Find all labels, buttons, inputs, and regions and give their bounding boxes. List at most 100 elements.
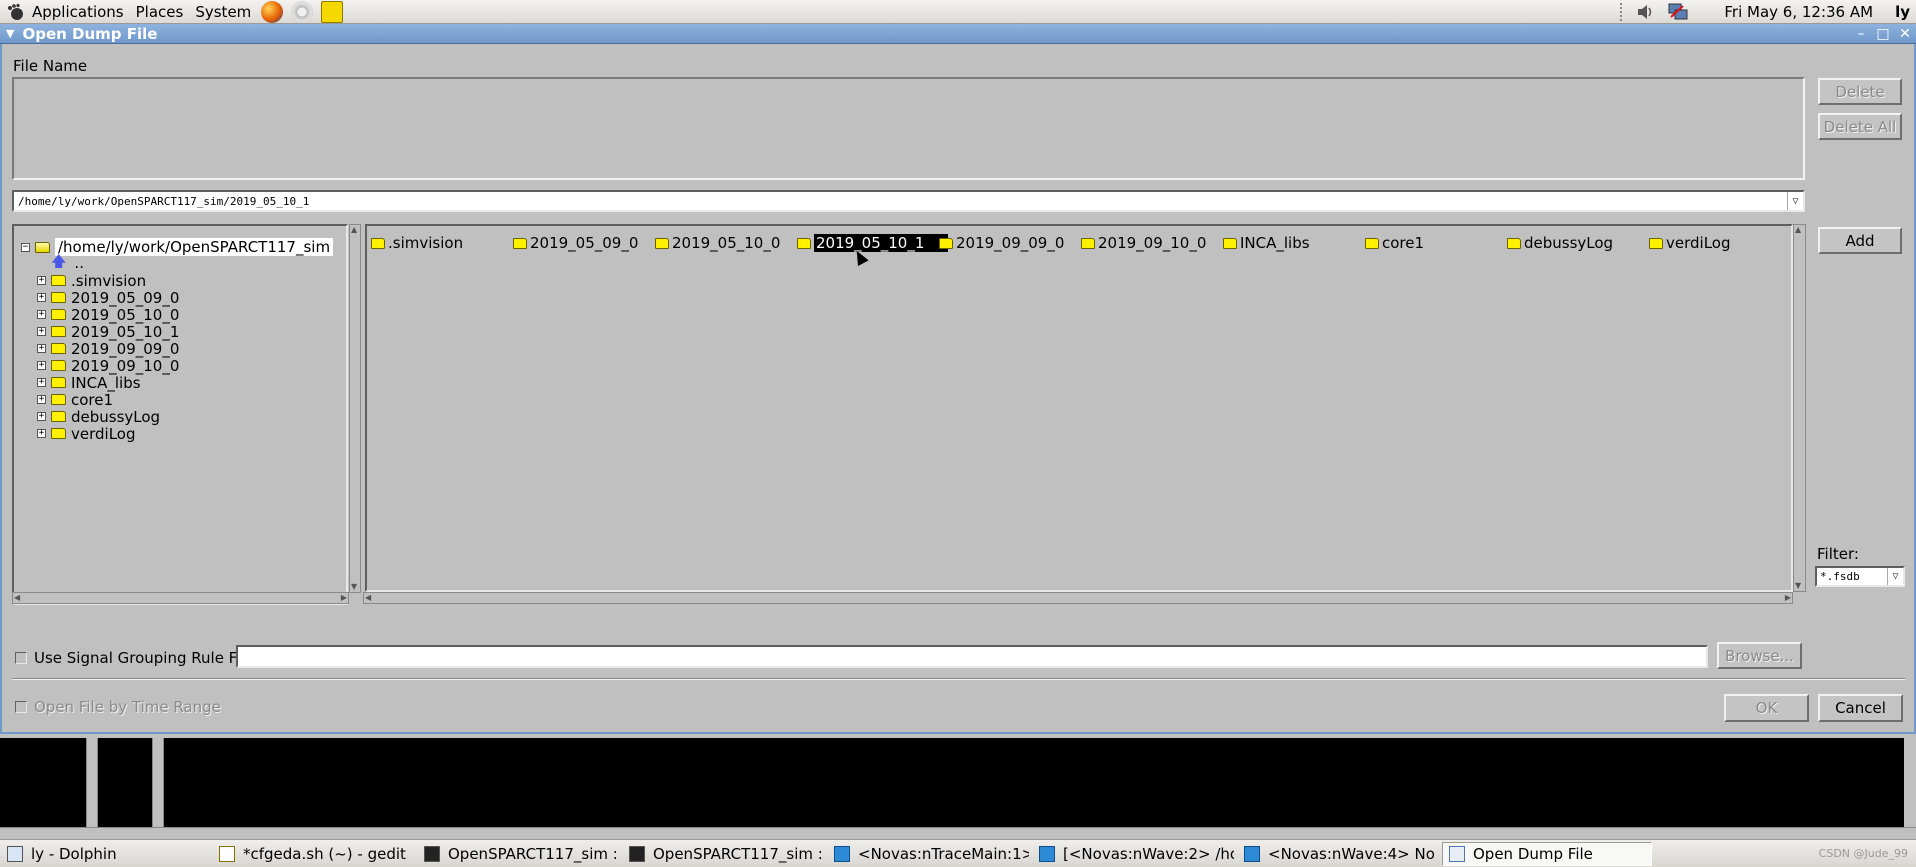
tree-item[interactable]: +2019_09_10_0: [37, 357, 179, 375]
ok-button[interactable]: OK: [1724, 694, 1809, 722]
window-menu-icon[interactable]: ▼: [6, 27, 14, 40]
file-list-horizontal-scrollbar[interactable]: ◀ ▶: [363, 592, 1793, 604]
tree-vertical-scrollbar[interactable]: ▲ ▼: [349, 224, 361, 593]
scroll-up-icon[interactable]: ▲: [351, 225, 357, 235]
scroll-down-icon[interactable]: ▼: [351, 582, 357, 592]
delete-all-button[interactable]: Delete All: [1818, 113, 1902, 140]
collapse-icon[interactable]: −: [21, 242, 30, 252]
browser-icon[interactable]: [291, 0, 314, 23]
expand-icon[interactable]: +: [37, 344, 46, 353]
task-terminal-2[interactable]: OpenSPARCT117_sim :...: [622, 842, 825, 866]
use-grouping-checkbox-row[interactable]: Use Signal Grouping Rule File:: [15, 648, 259, 668]
task-nwave-2[interactable]: [<Novas:nWave:2> /ho...: [1032, 842, 1235, 866]
cancel-button[interactable]: Cancel: [1818, 694, 1903, 722]
close-icon[interactable]: ✕: [1894, 26, 1916, 42]
tree-item[interactable]: +2019_09_09_0: [37, 340, 179, 358]
directory-tree[interactable]: − /home/ly/work/OpenSPARCT117_sim 🡅 .. +…: [12, 224, 348, 605]
task-nwave-4[interactable]: <Novas:nWave:4> No ...: [1237, 842, 1440, 866]
background-horizontal-scrollbar[interactable]: [0, 827, 1916, 839]
file-item[interactable]: 2019_05_10_0: [655, 234, 780, 252]
expand-icon[interactable]: +: [37, 310, 46, 319]
time-range-checkbox-row[interactable]: Open File by Time Range: [15, 697, 221, 717]
task-gedit[interactable]: *cfgeda.sh (~) - gedit: [212, 842, 415, 866]
tree-item[interactable]: +2019_05_10_0: [37, 306, 179, 324]
scroll-left-icon[interactable]: ◀: [14, 593, 20, 603]
grouping-rule-file-input[interactable]: [236, 645, 1708, 668]
file-item-label: 2019_09_10_0: [1098, 234, 1207, 252]
expand-icon[interactable]: +: [37, 395, 46, 404]
tree-parent-dir[interactable]: 🡅 ..: [51, 252, 84, 273]
filter-combobox[interactable]: *.fsdb ▽: [1815, 566, 1905, 587]
use-grouping-checkbox[interactable]: [15, 652, 27, 664]
task-ntracemain[interactable]: <Novas:nTraceMain:1>: [827, 842, 1030, 866]
expand-icon[interactable]: +: [37, 429, 46, 438]
pane-splitter[interactable]: [152, 738, 164, 827]
add-button[interactable]: Add: [1818, 227, 1902, 254]
file-item[interactable]: .simvision: [371, 234, 463, 252]
background-vertical-scrollbar[interactable]: [1904, 738, 1916, 827]
scroll-right-icon[interactable]: ▶: [341, 593, 347, 603]
file-item[interactable]: debussyLog: [1507, 234, 1613, 252]
expand-icon[interactable]: +: [37, 361, 46, 370]
gnome-foot-icon[interactable]: [6, 3, 24, 21]
file-item[interactable]: core1: [1365, 234, 1424, 252]
tree-item[interactable]: +2019_05_09_0: [37, 289, 179, 307]
file-item[interactable]: INCA_libs: [1223, 234, 1310, 252]
expand-icon[interactable]: +: [37, 293, 46, 302]
scroll-right-icon[interactable]: ▶: [1785, 593, 1791, 603]
menu-places[interactable]: Places: [130, 0, 190, 24]
file-item[interactable]: 2019_05_09_0: [513, 234, 638, 252]
tree-item[interactable]: +2019_05_10_1: [37, 323, 179, 341]
tree-item[interactable]: + debussyLog: [37, 408, 179, 426]
task-dolphin[interactable]: ly - Dolphin: [0, 842, 210, 866]
terminal-icon: [629, 845, 645, 862]
file-list[interactable]: .simvision 2019_05_09_0 2019_05_10_0 201…: [365, 224, 1793, 592]
delete-button[interactable]: Delete: [1818, 78, 1902, 105]
task-terminal-1[interactable]: OpenSPARCT117_sim :...: [417, 842, 620, 866]
firefox-icon[interactable]: [261, 0, 284, 23]
maximize-icon[interactable]: □: [1872, 26, 1894, 42]
tree-item[interactable]: + INCA_libs: [37, 374, 179, 392]
tree-item[interactable]: + core1: [37, 391, 179, 409]
minimize-icon[interactable]: –: [1850, 26, 1872, 42]
file-name-list[interactable]: [12, 77, 1805, 180]
scroll-left-icon[interactable]: ◀: [365, 593, 371, 603]
task-label: OpenSPARCT117_sim :...: [653, 844, 825, 863]
folder-icon: [371, 237, 385, 249]
dropdown-arrow-icon[interactable]: ▽: [1887, 568, 1903, 585]
file-item-selected[interactable]: 2019_05_10_1: [797, 234, 949, 252]
tree-root[interactable]: − /home/ly/work/OpenSPARCT117_sim: [21, 238, 334, 256]
menu-system[interactable]: System: [189, 0, 257, 24]
scroll-up-icon[interactable]: ▲: [1795, 225, 1801, 235]
expand-icon[interactable]: +: [37, 327, 46, 336]
file-item[interactable]: verdiLog: [1649, 234, 1731, 252]
task-label: OpenSPARCT117_sim :...: [448, 844, 620, 863]
folder-icon: [655, 237, 669, 249]
tree-item[interactable]: + .simvision: [37, 272, 179, 290]
path-combobox[interactable]: /home/ly/work/OpenSPARCT117_sim/2019_05_…: [12, 190, 1805, 212]
dropdown-arrow-icon[interactable]: ▽: [1787, 192, 1803, 210]
expand-icon[interactable]: +: [37, 276, 46, 285]
file-item-label: verdiLog: [1666, 234, 1731, 252]
time-range-checkbox[interactable]: [15, 701, 27, 713]
file-item[interactable]: 2019_09_10_0: [1081, 234, 1206, 252]
panel-clock[interactable]: Fri May 6, 12:36 AM: [1724, 3, 1873, 21]
pane-splitter[interactable]: [86, 738, 98, 827]
task-label: <Novas:nTraceMain:1>: [858, 844, 1030, 863]
expand-icon[interactable]: +: [37, 378, 46, 387]
dialog-titlebar[interactable]: ▼ Open Dump File – □ ✕: [0, 24, 1916, 44]
scroll-down-icon[interactable]: ▼: [1795, 581, 1801, 591]
notes-icon[interactable]: [321, 0, 344, 23]
task-open-dump-file[interactable]: Open Dump File: [1442, 841, 1652, 866]
expand-icon[interactable]: +: [37, 412, 46, 421]
file-item-label: 2019_05_10_0: [672, 234, 781, 252]
panel-user[interactable]: ly: [1895, 3, 1910, 21]
tree-item[interactable]: + verdiLog: [37, 425, 179, 443]
menu-applications[interactable]: Applications: [26, 0, 130, 24]
tree-horizontal-scrollbar[interactable]: ◀ ▶: [12, 592, 349, 604]
network-icon[interactable]: [1668, 3, 1688, 21]
file-item[interactable]: 2019_09_09_0: [939, 234, 1064, 252]
file-list-vertical-scrollbar[interactable]: ▲ ▼: [1793, 224, 1806, 592]
volume-icon[interactable]: [1636, 3, 1656, 21]
browse-button[interactable]: Browse...: [1717, 642, 1802, 669]
